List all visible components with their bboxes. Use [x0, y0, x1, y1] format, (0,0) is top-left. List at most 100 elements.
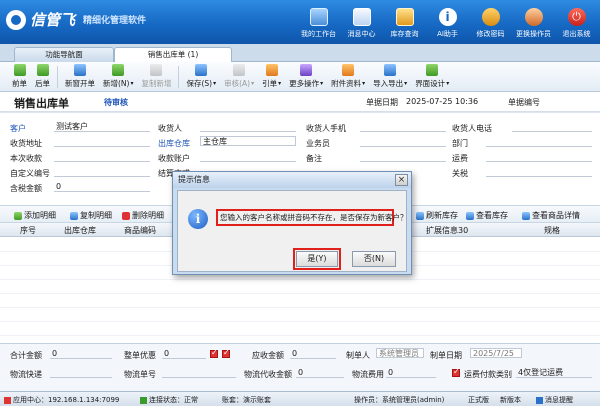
ui-design-button[interactable]: 界面设计 ▾ — [411, 63, 453, 91]
server-icon — [4, 396, 11, 404]
footer-form: 合计金额 0 整单优惠 0 应收金额 0 制单人 系统管理员 制单日期 2025… — [0, 343, 600, 391]
view-detail-button[interactable]: 查看商品详情 — [522, 210, 580, 221]
account-text: 账套：演示账套 — [222, 396, 271, 404]
ship-address-field[interactable] — [54, 137, 150, 147]
audit-icon — [233, 64, 246, 76]
col-ext-info[interactable]: 扩展信息30 — [426, 225, 468, 236]
copy-icon — [150, 64, 163, 76]
discount-checkbox[interactable] — [210, 348, 218, 358]
grid-row-line — [0, 321, 600, 322]
tariff-label: 关税 — [452, 169, 468, 178]
remark-field[interactable] — [360, 152, 446, 162]
salesman-field[interactable] — [360, 137, 446, 147]
import-export-label: 导入导出 — [373, 79, 404, 88]
col-seq[interactable]: 序号 — [20, 225, 36, 236]
copy-icon — [70, 211, 78, 220]
copy-detail-button[interactable]: 复制明细 — [70, 210, 112, 221]
operator-text: 操作员：系统管理员(admin) — [354, 396, 445, 404]
desktop-icon — [309, 8, 328, 26]
tab-navigation[interactable]: 功能导航面 — [14, 47, 114, 62]
top-nav-ai[interactable]: i AI助手 — [426, 2, 469, 42]
top-nav-password[interactable]: 修改密码 — [469, 2, 512, 42]
top-nav-messages[interactable]: 消息中心 — [340, 2, 383, 42]
receive-account-field[interactable] — [200, 152, 296, 162]
status-new-version[interactable]: 新版本 — [500, 395, 521, 405]
import-export-button[interactable]: 导入导出 ▾ — [369, 63, 411, 91]
top-nav-label: 消息中心 — [347, 30, 376, 38]
dialog-close-button[interactable]: × — [395, 174, 408, 186]
audit-button[interactable]: 审核(A) ▾ — [220, 63, 258, 91]
top-nav-workbench[interactable]: 我的工作台 — [297, 2, 340, 42]
freight-field[interactable] — [486, 152, 592, 162]
copy-add-button[interactable]: 复制新增 — [137, 63, 175, 91]
status-app-center: 应用中心：192.168.1.134:7099 — [4, 395, 119, 405]
col-product-code[interactable]: 商品编码 — [124, 225, 156, 236]
attachment-button[interactable]: 附件资料 ▾ — [327, 63, 369, 91]
receiver-tel-field[interactable] — [512, 122, 592, 132]
doc-date-value: 2025-07-25 10:36 — [406, 97, 479, 106]
next-label: 后单 — [35, 79, 50, 88]
dialog-body: i 您输入的客户名称或拼音码不存在，是否保存为新客户？ 是(Y) 否(N) — [177, 190, 408, 272]
receiver-field[interactable] — [200, 122, 296, 132]
copy-add-label: 复制新增 — [141, 79, 172, 88]
chevron-down-icon: ▾ — [213, 80, 217, 87]
new-add-button[interactable]: 新增(N) ▾ — [99, 63, 137, 91]
attachment-label: 附件资料 — [331, 79, 362, 88]
delete-detail-button[interactable]: 删除明细 — [122, 210, 164, 221]
import-ref-icon — [265, 64, 278, 76]
top-nav-label: 更换操作员 — [516, 30, 551, 38]
top-nav-exit[interactable]: ⏻ 退出系统 — [555, 2, 598, 42]
import-ref-button[interactable]: 引单 ▾ — [258, 63, 285, 91]
no-button[interactable]: 否(N) — [352, 251, 396, 267]
delete-icon — [122, 211, 130, 220]
col-spec[interactable]: 规格 — [544, 225, 560, 236]
col-warehouse[interactable]: 出库仓库 — [64, 225, 96, 236]
connection-text: 连接状态：正常 — [149, 396, 198, 404]
import-ref-label: 引单 — [262, 79, 278, 88]
refresh-stock-button[interactable]: 刷新库存 — [416, 210, 458, 221]
total-field: 0 — [50, 349, 112, 359]
freight-payer-field[interactable]: 4仅登记运费 — [516, 368, 592, 378]
prev-button[interactable]: 前单 — [8, 63, 31, 91]
top-nav-label: 库存查询 — [390, 30, 419, 38]
dept-field[interactable] — [486, 137, 592, 147]
tariff-field[interactable] — [486, 167, 592, 177]
add-detail-button[interactable]: 添加明细 — [14, 210, 56, 221]
next-button[interactable]: 后单 — [31, 63, 54, 91]
new-window-label: 新窗开单 — [65, 79, 95, 88]
yes-button[interactable]: 是(Y) — [293, 248, 341, 270]
customer-field[interactable]: 测试客户 — [54, 122, 150, 132]
freight-payer-checkbox[interactable] — [452, 367, 460, 377]
receivable-field: 0 — [290, 349, 336, 359]
key-icon — [481, 8, 500, 26]
receiver-phone-field[interactable] — [360, 122, 446, 132]
discount-flag-checkbox[interactable] — [222, 348, 230, 358]
top-nav-switch-user[interactable]: 更换操作员 — [512, 2, 555, 42]
refresh-stock-label: 刷新库存 — [426, 211, 458, 220]
logistics-fee-field[interactable]: 0 — [386, 368, 436, 378]
tax-amount-field[interactable]: 0 — [54, 182, 150, 192]
this-receive-field[interactable] — [54, 152, 150, 162]
cod-field[interactable]: 0 — [296, 368, 344, 378]
warehouse-field[interactable]: 主仓库 — [200, 136, 296, 146]
app-logo: 信管飞 精细化管理软件 — [6, 9, 146, 30]
new-window-button[interactable]: 新窗开单 — [61, 63, 99, 91]
waybill-field[interactable] — [162, 368, 236, 378]
audit-label: 审核(A) — [224, 79, 251, 88]
save-label: 保存(S) — [186, 79, 213, 88]
express-field[interactable] — [50, 368, 112, 378]
more-button[interactable]: 更多操作 ▾ — [285, 63, 327, 91]
top-nav-stock[interactable]: 库存查询 — [383, 2, 426, 42]
grid-row-line — [0, 279, 600, 280]
user-switch-icon — [524, 8, 543, 26]
freight-label: 运费 — [452, 154, 468, 163]
copy-detail-label: 复制明细 — [80, 211, 112, 220]
discount-field[interactable]: 0 — [162, 349, 206, 359]
save-button[interactable]: 保存(S) ▾ — [182, 63, 220, 91]
tab-bar: 功能导航面 销售出库单 (1) — [0, 44, 600, 62]
stock-icon — [395, 8, 414, 26]
view-stock-button[interactable]: 查看库存 — [466, 210, 508, 221]
status-remind[interactable]: 消息提醒 — [536, 395, 573, 405]
tab-sales-outbound[interactable]: 销售出库单 (1) — [114, 47, 232, 62]
custom-no-field[interactable] — [54, 167, 150, 177]
